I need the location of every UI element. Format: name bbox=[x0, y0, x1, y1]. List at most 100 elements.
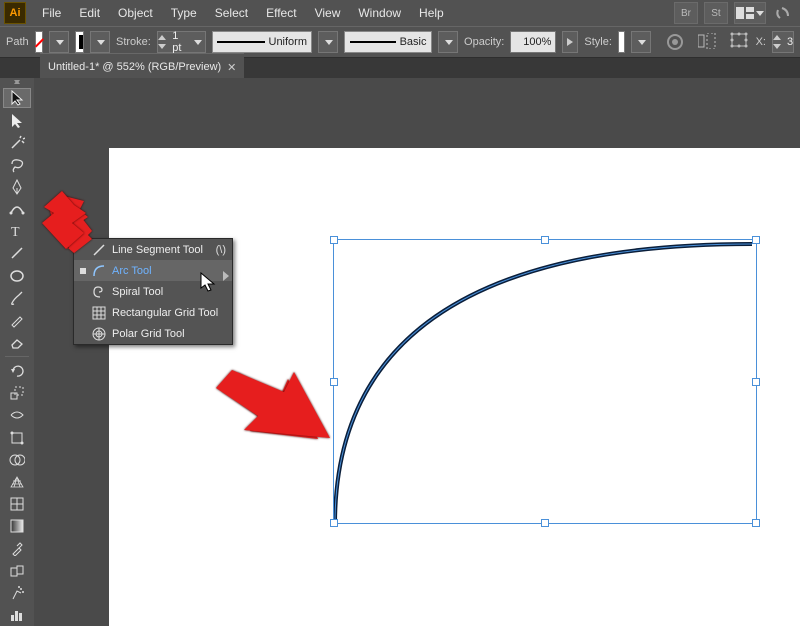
menu-bar: Ai File Edit Object Type Select Effect V… bbox=[0, 0, 800, 26]
opacity-value: 100% bbox=[523, 36, 551, 48]
stroke-weight-stepper[interactable]: 1 pt bbox=[157, 31, 206, 53]
blend-tool[interactable] bbox=[3, 560, 31, 580]
type-tool[interactable]: T bbox=[3, 221, 31, 241]
document-tab-bar: Untitled-1* @ 552% (RGB/Preview) ✕ bbox=[0, 58, 800, 80]
graphic-style-dropdown[interactable] bbox=[631, 31, 651, 53]
lasso-tool[interactable] bbox=[3, 155, 31, 175]
menu-window[interactable]: Window bbox=[350, 3, 409, 23]
selection-tool[interactable] bbox=[3, 88, 31, 108]
selection-handle[interactable] bbox=[541, 236, 549, 244]
flyout-label: Line Segment Tool bbox=[112, 244, 203, 256]
menu-effect[interactable]: Effect bbox=[258, 3, 304, 23]
annotation-arrow-icon bbox=[40, 191, 94, 253]
variable-width-dropdown[interactable] bbox=[318, 31, 338, 53]
canvas-area[interactable]: Line Segment Tool (\) Arc Tool Spiral To… bbox=[34, 78, 800, 626]
magic-wand-tool[interactable] bbox=[3, 133, 31, 153]
selection-handle[interactable] bbox=[752, 519, 760, 527]
stock-icon[interactable]: St bbox=[704, 2, 728, 24]
document-tab-title: Untitled-1* @ 552% (RGB/Preview) bbox=[48, 61, 221, 73]
flyout-shortcut: (\) bbox=[216, 244, 226, 256]
flyout-tearoff-icon[interactable] bbox=[223, 265, 233, 286]
gradient-tool[interactable] bbox=[3, 516, 31, 536]
scale-tool[interactable] bbox=[3, 383, 31, 403]
selection-handle[interactable] bbox=[541, 519, 549, 527]
line-segment-tool[interactable] bbox=[3, 243, 31, 263]
selection-handle[interactable] bbox=[752, 236, 760, 244]
menu-edit[interactable]: Edit bbox=[71, 3, 108, 23]
menu-view[interactable]: View bbox=[307, 3, 349, 23]
line-segment-icon bbox=[92, 243, 106, 257]
selection-handle[interactable] bbox=[330, 519, 338, 527]
pencil-tool[interactable] bbox=[3, 310, 31, 330]
arrange-documents-icon[interactable] bbox=[734, 2, 766, 24]
mesh-tool[interactable] bbox=[3, 494, 31, 514]
brush-label: Uniform bbox=[269, 36, 308, 48]
flyout-label: Spiral Tool bbox=[112, 286, 163, 298]
direct-selection-tool[interactable] bbox=[3, 110, 31, 130]
stroke-weight-label: Stroke: bbox=[116, 36, 151, 48]
curvature-tool[interactable] bbox=[3, 199, 31, 219]
close-tab-icon[interactable]: ✕ bbox=[227, 61, 236, 74]
flyout-item-polar-grid[interactable]: Polar Grid Tool bbox=[74, 323, 232, 344]
graphic-style-swatch[interactable] bbox=[618, 31, 626, 53]
stroke-dropdown[interactable] bbox=[90, 31, 110, 53]
menu-help[interactable]: Help bbox=[411, 3, 452, 23]
flyout-label: Polar Grid Tool bbox=[112, 328, 185, 340]
variable-width-profile[interactable]: Uniform bbox=[212, 31, 312, 53]
opacity-dropdown[interactable] bbox=[562, 31, 578, 53]
x-position-value: 3 bbox=[781, 36, 799, 48]
svg-text:T: T bbox=[11, 225, 20, 238]
annotation-arrow-icon bbox=[214, 370, 334, 454]
tools-panel: T bbox=[0, 78, 34, 626]
stroke-swatch[interactable] bbox=[75, 31, 84, 53]
menu-type[interactable]: Type bbox=[163, 3, 205, 23]
app-logo: Ai bbox=[4, 2, 26, 24]
document-tab[interactable]: Untitled-1* @ 552% (RGB/Preview) ✕ bbox=[40, 53, 244, 80]
eraser-tool[interactable] bbox=[3, 332, 31, 352]
align-icon[interactable] bbox=[698, 33, 716, 52]
width-tool[interactable] bbox=[3, 405, 31, 425]
graphic-style-label: Style: bbox=[584, 36, 612, 48]
ellipse-tool[interactable] bbox=[3, 266, 31, 286]
paintbrush-tool[interactable] bbox=[3, 288, 31, 308]
x-position-label: X: bbox=[756, 36, 766, 48]
brush-definition[interactable]: Basic bbox=[344, 31, 432, 53]
fill-swatch[interactable] bbox=[35, 31, 44, 53]
flyout-label: Rectangular Grid Tool bbox=[112, 307, 218, 319]
workspace: T bbox=[0, 78, 800, 626]
x-position-stepper[interactable]: 3 bbox=[772, 31, 794, 53]
brush-dropdown[interactable] bbox=[438, 31, 458, 53]
menu-select[interactable]: Select bbox=[207, 3, 256, 23]
spiral-icon bbox=[92, 285, 106, 299]
pen-tool[interactable] bbox=[3, 177, 31, 197]
menu-file[interactable]: File bbox=[34, 3, 69, 23]
perspective-grid-tool[interactable] bbox=[3, 472, 31, 492]
style-label: Basic bbox=[400, 36, 427, 48]
column-graph-tool[interactable] bbox=[3, 605, 31, 625]
opacity-label: Opacity: bbox=[464, 36, 504, 48]
selection-handle[interactable] bbox=[330, 236, 338, 244]
shape-builder-tool[interactable] bbox=[3, 450, 31, 470]
opacity-input[interactable]: 100% bbox=[510, 31, 556, 53]
flyout-label: Arc Tool bbox=[112, 265, 152, 277]
arc-icon bbox=[92, 264, 106, 278]
free-transform-tool[interactable] bbox=[3, 428, 31, 448]
transform-icon[interactable] bbox=[730, 32, 750, 53]
eyedropper-tool[interactable] bbox=[3, 538, 31, 558]
rectangular-grid-icon bbox=[92, 306, 106, 320]
flyout-item-line-segment[interactable]: Line Segment Tool (\) bbox=[74, 239, 232, 260]
rotate-tool[interactable] bbox=[3, 361, 31, 381]
menu-object[interactable]: Object bbox=[110, 3, 161, 23]
selection-type-label: Path bbox=[6, 36, 29, 48]
flyout-item-spiral[interactable]: Spiral Tool bbox=[74, 281, 232, 302]
selection-handle[interactable] bbox=[752, 378, 760, 386]
fill-dropdown[interactable] bbox=[49, 31, 69, 53]
selection-bounding-box[interactable] bbox=[333, 239, 757, 524]
recolor-artwork-icon[interactable] bbox=[666, 33, 684, 51]
bridge-icon[interactable]: Br bbox=[674, 2, 698, 24]
line-tools-flyout: Line Segment Tool (\) Arc Tool Spiral To… bbox=[73, 238, 233, 345]
symbol-sprayer-tool[interactable] bbox=[3, 583, 31, 603]
gpu-prefs-icon[interactable] bbox=[772, 3, 794, 23]
flyout-item-rectangular-grid[interactable]: Rectangular Grid Tool bbox=[74, 302, 232, 323]
flyout-item-arc[interactable]: Arc Tool bbox=[74, 260, 232, 281]
